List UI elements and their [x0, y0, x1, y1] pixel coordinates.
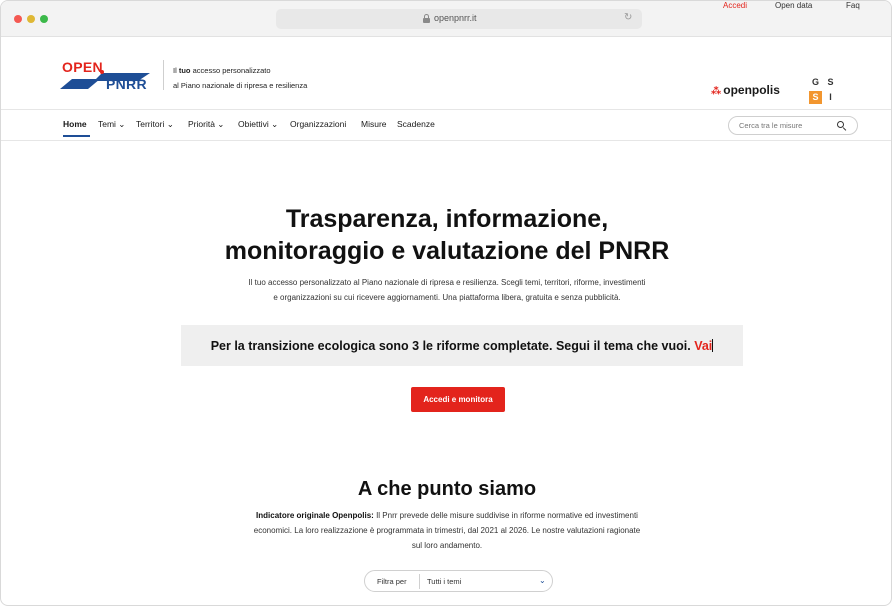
nav-separator — [1, 140, 891, 141]
filter-value: Tutti i temi — [427, 577, 462, 586]
tagline-bold: tuo — [178, 66, 191, 75]
nav-item-scadenze[interactable]: Scadenze — [397, 119, 435, 129]
hero-title: Trasparenza, informazione, monitoraggio … — [1, 203, 891, 267]
hero-subtitle-line2: e organizzazioni su cui ricevere aggiorn… — [273, 293, 621, 302]
nav-item-organizzazioni[interactable]: Organizzazioni — [290, 119, 346, 129]
nav-item-territori[interactable]: Territori ⌄ — [136, 119, 174, 130]
nav-item-obiettivi[interactable]: Obiettivi ⌄ — [238, 119, 278, 130]
tagline-suffix: accesso personalizzato — [190, 66, 271, 75]
site-logo[interactable]: OPEN PNRR — [58, 59, 158, 93]
hero-title-line1: Trasparenza, informazione, — [285, 205, 609, 233]
theme-filter-select[interactable]: Filtra per Tutti i temi ⌄ — [364, 570, 553, 592]
chevron-down-icon: ⌄ — [539, 576, 546, 585]
close-window-button[interactable] — [14, 15, 22, 23]
browser-window: openpnrr.it ↻ OPEN PNRR Il tuo accesso p… — [0, 0, 892, 606]
section-description: Indicatore originale Openpolis: Il Pnrr … — [1, 508, 891, 553]
nav-item-misure[interactable]: Misure — [361, 119, 387, 129]
hero-subtitle: Il tuo accesso personalizzato al Piano n… — [1, 275, 891, 305]
highlight-banner: Per la transizione ecologica sono 3 le r… — [181, 325, 743, 366]
section-text-line3: sul loro andamento. — [411, 541, 483, 550]
openpolis-name: openpolis — [723, 83, 780, 97]
section-text-bold: Indicatore originale Openpolis: — [256, 511, 374, 520]
gssi-letter-s: S — [827, 77, 834, 87]
login-monitor-button[interactable]: Accedi e monitora — [411, 387, 505, 412]
gssi-letter-i: I — [829, 92, 832, 102]
filter-label: Filtra per — [377, 577, 407, 586]
banner-link[interactable]: Vai — [694, 339, 712, 353]
lock-icon — [423, 14, 430, 23]
logo-open-text: OPEN — [62, 59, 103, 75]
banner-message: Per la transizione ecologica sono 3 le r… — [210, 339, 691, 353]
zoom-window-button[interactable] — [40, 15, 48, 23]
minimize-window-button[interactable] — [27, 15, 35, 23]
section-title: A che punto siamo — [357, 478, 537, 500]
gssi-letter-g: G — [811, 77, 819, 87]
open-data-link[interactable]: Open data — [775, 1, 812, 10]
search-placeholder: Cerca tra le misure — [739, 121, 803, 130]
browser-titlebar: openpnrr.it ↻ — [1, 1, 891, 37]
search-icon[interactable] — [837, 121, 847, 131]
nav-item-priorita[interactable]: Priorità ⌄ — [188, 119, 224, 130]
login-link[interactable]: Accedi — [723, 1, 747, 10]
reload-icon[interactable]: ↻ — [624, 12, 632, 23]
filter-divider — [419, 574, 420, 589]
faq-link[interactable]: Faq — [846, 1, 860, 10]
banner-text: Per la transizione ecologica sono 3 le r… — [181, 339, 743, 353]
nav-item-home[interactable]: Home — [63, 119, 87, 129]
logo-pnrr-text: PNRR — [106, 76, 147, 92]
text-cursor — [712, 339, 714, 352]
openpolis-mark-icon: ⁂ — [711, 86, 722, 97]
section-text-line2: economici. La loro realizzazione è progr… — [253, 526, 641, 535]
site-tagline: Il tuo accesso personalizzato al Piano n… — [173, 63, 307, 93]
hero-title-line2: monitoraggio e valutazione del PNRR — [224, 237, 670, 265]
search-input[interactable]: Cerca tra le misure — [728, 116, 858, 135]
url-text: openpnrr.it — [434, 13, 477, 23]
hero-subtitle-line1: Il tuo accesso personalizzato al Piano n… — [248, 278, 646, 287]
nav-active-indicator — [63, 135, 90, 137]
openpolis-logo[interactable]: ⁂ openpolis — [711, 83, 780, 97]
address-bar[interactable]: openpnrr.it ↻ — [276, 9, 642, 29]
gssi-letter-s-highlight: S — [809, 91, 822, 104]
gssi-logo[interactable]: G S S I — [809, 76, 839, 106]
tagline-line2: al Piano nazionale di ripresa e resilien… — [173, 81, 308, 90]
nav-item-temi[interactable]: Temi ⌄ — [98, 119, 125, 130]
header-divider — [163, 60, 164, 90]
section-text-line1: Il Pnrr prevede delle misure suddivise i… — [373, 511, 638, 520]
header-separator — [1, 109, 891, 110]
